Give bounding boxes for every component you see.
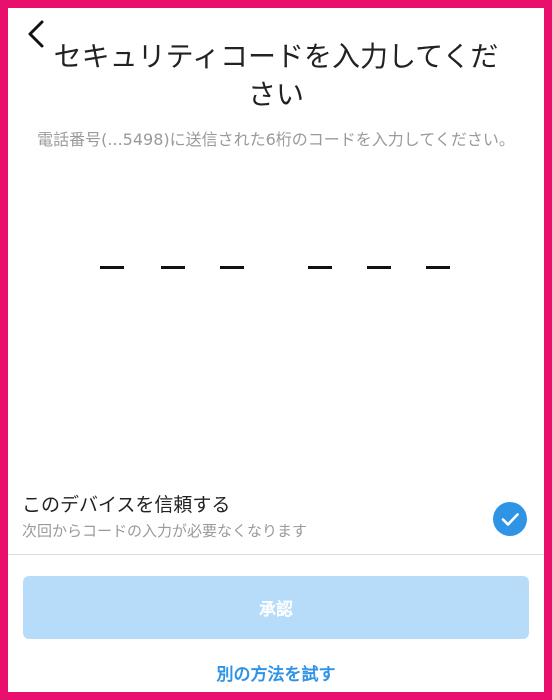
trust-device-option[interactable]: このデバイスを信頼する 次回からコードの入力が必要なくなります (8, 482, 544, 552)
approve-button[interactable]: 承認 (23, 576, 529, 639)
code-input-row[interactable] (8, 252, 544, 292)
page-title: セキュリティコードを入力してください (53, 40, 499, 111)
code-digit-3[interactable] (220, 266, 244, 269)
code-digit-2[interactable] (161, 266, 185, 269)
divider (8, 554, 544, 555)
try-another-method-link[interactable]: 別の方法を試す (8, 660, 544, 685)
check-circle-icon[interactable] (493, 502, 527, 536)
trust-device-title: このデバイスを信頼する (22, 494, 231, 516)
code-digit-5[interactable] (367, 266, 391, 269)
code-digit-1[interactable] (100, 266, 124, 269)
trust-device-subtitle: 次回からコードの入力が必要なくなります (22, 522, 308, 540)
checkmark-icon (501, 513, 519, 526)
page-subtitle: 電話番号(...5498)に送信された6桁のコードを入力してください。 (37, 130, 515, 149)
screen: セキュリティコードを入力してください 電話番号(...5498)に送信された6桁… (8, 8, 544, 692)
code-digit-6[interactable] (426, 266, 450, 269)
code-digit-4[interactable] (308, 266, 332, 269)
